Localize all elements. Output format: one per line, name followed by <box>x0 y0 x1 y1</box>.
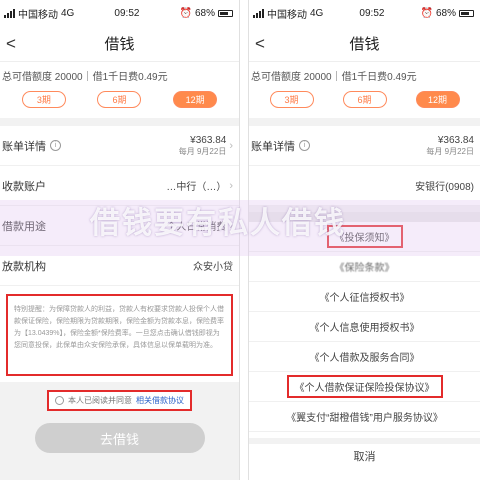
battery-percent: 68% <box>194 7 215 19</box>
borrow-button[interactable]: 去借钱 <box>34 423 205 453</box>
carrier-label: 中国移动 <box>18 9 58 21</box>
left-phone-screen: 中国移动 4G 09:52 ⏰ 68% < 借钱 总可借额度 20000｜借1千… <box>0 0 240 480</box>
lender-row: 放款机构 众安小贷 <box>0 246 239 286</box>
clock: 09:52 <box>114 7 140 19</box>
battery-icon <box>459 9 474 17</box>
bill-detail-label: 账单详情 <box>251 140 295 153</box>
info-icon[interactable]: i <box>50 140 61 151</box>
period-selector: 3期 6期 12期 <box>0 87 239 118</box>
sheet-item-insurance-terms[interactable]: 《保险条款》 <box>249 252 480 282</box>
chevron-right-icon: › <box>229 219 233 232</box>
agree-radio[interactable] <box>55 396 64 405</box>
back-arrow-icon[interactable]: < <box>255 34 265 54</box>
right-phone-screen: 中国移动 4G 09:52 ⏰ 68% < 借钱 总可借额度 20000｜借1千… <box>248 0 480 480</box>
carrier-label: 中国移动 <box>267 9 307 21</box>
signal-icon <box>253 8 264 18</box>
quota-text: 总可借额度 20000｜借1千日费0.49元 <box>0 62 239 87</box>
agree-text: 本人已阅读并同意 <box>68 396 132 405</box>
cancel-button[interactable]: 取消 <box>249 438 480 468</box>
sheet-item-user-service-agreement[interactable]: 《翼支付“甜橙借钱”用户服务协议》 <box>249 402 480 432</box>
alarm-icon: ⏰ <box>420 7 433 19</box>
lender-value: 众安小贷 <box>193 262 233 273</box>
signal-icon <box>4 8 15 18</box>
clock: 09:52 <box>359 7 385 19</box>
insurance-notice: 特别提醒：为保障贷款人的利益，贷款人有权要求贷款人投保个人借款保证保险，保险期限… <box>6 294 233 376</box>
chevron-right-icon: › <box>229 179 233 192</box>
bill-detail-row[interactable]: 账单详情 i ¥363.84 每月 9月22日 <box>249 126 480 166</box>
notice-section: 特别提醒：为保障贷款人的利益，贷款人有权要求贷款人投保个人借款保证保险，保险期限… <box>0 286 239 382</box>
quota-text: 总可借额度 20000｜借1千日费0.49元 <box>249 62 480 87</box>
receiving-account-row[interactable]: 安银行(0908) <box>249 166 480 206</box>
agreement-highlight-box: 本人已阅读并同意 相关借款协议 <box>47 390 192 411</box>
back-arrow-icon[interactable]: < <box>6 34 16 54</box>
period-12-button[interactable]: 12期 <box>415 91 460 108</box>
sheet-item-insurance-notice[interactable]: 《投保须知》 <box>249 222 480 252</box>
battery-percent: 68% <box>435 7 456 19</box>
agreement-sheet: 《投保须知》 《保险条款》 《个人征信授权书》 《个人信息使用授权书》 《个人借… <box>249 222 480 480</box>
period-6-button[interactable]: 6期 <box>97 91 142 108</box>
battery-icon <box>218 9 233 17</box>
sheet-item-credit-authorization[interactable]: 《个人征信授权书》 <box>249 282 480 312</box>
period-selector: 3期 6期 12期 <box>249 87 480 118</box>
bill-detail-label: 账单详情 <box>2 140 46 153</box>
loan-agreement-link[interactable]: 相关借款协议 <box>136 395 184 406</box>
bill-amount: ¥363.84 <box>190 134 227 146</box>
alarm-icon: ⏰ <box>179 7 192 19</box>
page-title: 借钱 <box>349 36 380 53</box>
status-bar: 中国移动 4G 09:52 ⏰ 68% <box>249 0 480 26</box>
sheet-item-loan-service-contract[interactable]: 《个人借款及服务合同》 <box>249 342 480 372</box>
bill-date: 每月 9月22日 <box>178 146 227 156</box>
network-label: 4G <box>61 7 75 19</box>
receiving-account-row[interactable]: 收款账户 …中行（…） › <box>0 166 239 206</box>
chevron-right-icon: › <box>229 139 233 152</box>
network-label: 4G <box>310 7 324 19</box>
agreement-row: 本人已阅读并同意 相关借款协议 <box>0 382 239 417</box>
bill-amount: ¥363.84 <box>437 134 474 146</box>
loan-purpose-label: 借款用途 <box>2 220 46 233</box>
bill-date: 每月 9月22日 <box>426 146 474 156</box>
page-title: 借钱 <box>104 36 135 53</box>
period-12-button[interactable]: 12期 <box>173 91 218 108</box>
nav-bar: < 借钱 <box>0 26 239 62</box>
lender-label: 放款机构 <box>2 260 46 273</box>
receiving-account-label: 收款账户 <box>2 180 46 193</box>
loan-purpose-value: 个人日常消费 <box>166 222 227 233</box>
period-6-button[interactable]: 6期 <box>342 91 387 108</box>
sheet-item-loan-insurance-agreement[interactable]: 《个人借款保证保险投保协议》 <box>249 372 480 402</box>
info-icon[interactable]: i <box>299 140 310 151</box>
sheet-item-personal-info-authorization[interactable]: 《个人信息使用授权书》 <box>249 312 480 342</box>
period-3-button[interactable]: 3期 <box>21 91 66 108</box>
period-3-button[interactable]: 3期 <box>269 91 314 108</box>
bill-detail-row[interactable]: 账单详情 i ¥363.84 每月 9月22日 › <box>0 126 239 166</box>
loan-purpose-row[interactable]: 借款用途 个人日常消费 › <box>0 206 239 246</box>
nav-bar: < 借钱 <box>249 26 480 62</box>
receiving-account-value: …中行（…） <box>166 182 227 193</box>
status-bar: 中国移动 4G 09:52 ⏰ 68% <box>0 0 239 26</box>
receiving-account-value: 安银行(0908) <box>415 182 474 193</box>
